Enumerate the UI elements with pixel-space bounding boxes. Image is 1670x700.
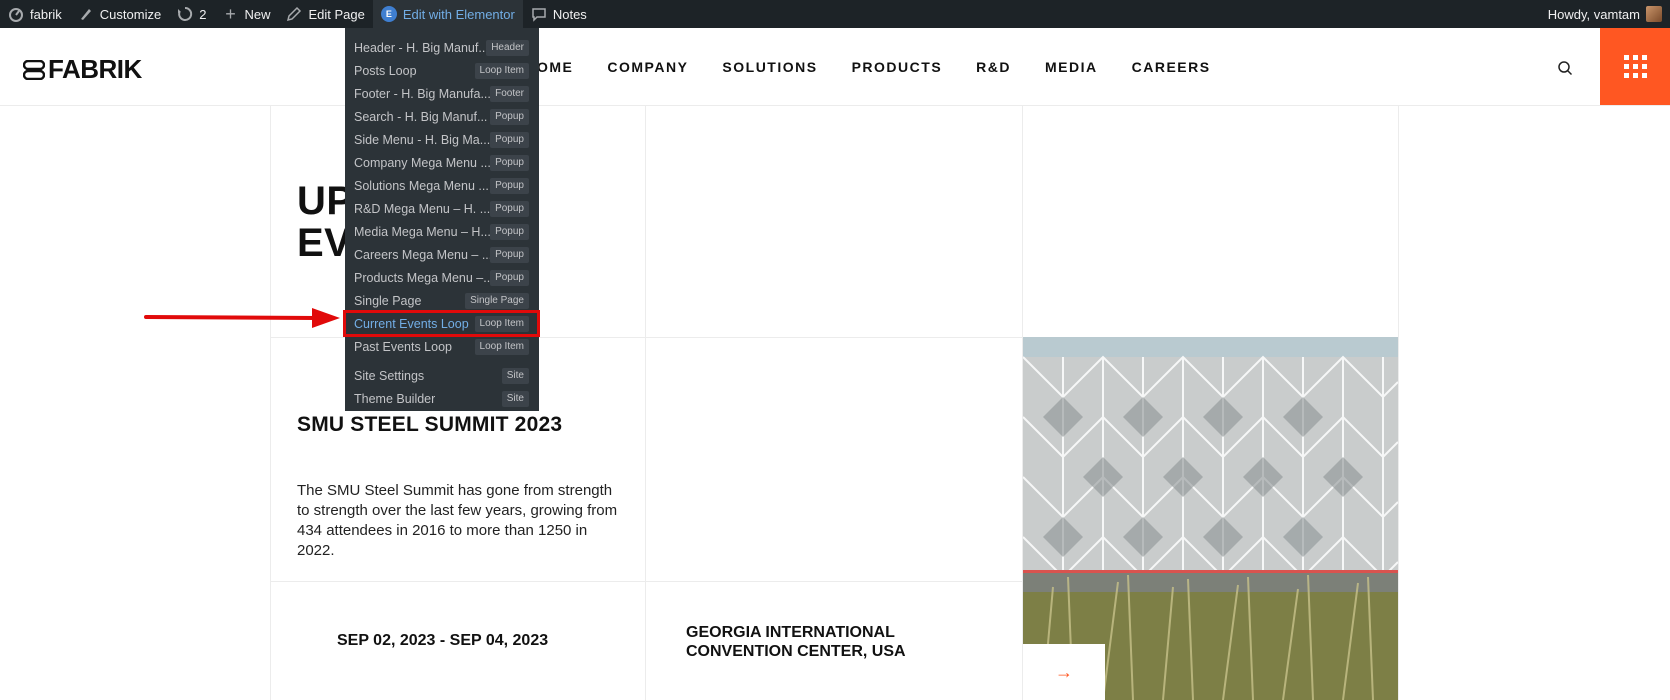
dropdown-item-badge: Site — [501, 390, 529, 407]
dropdown-item-badge: Loop Item — [474, 338, 529, 355]
notes-link[interactable]: Notes — [523, 0, 595, 28]
grid-divider — [270, 106, 271, 700]
logo-mark-icon — [23, 59, 45, 80]
updates-link[interactable]: 2 — [169, 0, 214, 28]
dashboard-icon — [9, 8, 23, 22]
avatar — [1646, 6, 1662, 22]
nav-item-media[interactable]: MEDIA — [1045, 59, 1098, 75]
dropdown-item-label: Header - H. Big Manuf... — [354, 40, 489, 55]
edit-page-link[interactable]: Edit Page — [278, 0, 372, 28]
dropdown-item[interactable]: Side Menu - H. Big Ma... Popup — [345, 128, 539, 151]
nav-item-careers[interactable]: CAREERS — [1132, 59, 1211, 75]
dropdown-item-badge: Header — [486, 39, 529, 56]
dropdown-item[interactable]: Single Page Single Page — [345, 289, 539, 312]
dropdown-item[interactable]: Past Events Loop Loop Item — [345, 335, 539, 358]
event-date: SEP 02, 2023 - SEP 04, 2023 — [337, 632, 549, 649]
dropdown-item[interactable]: Products Mega Menu –... Popup — [345, 266, 539, 289]
dropdown-item[interactable]: Careers Mega Menu – ... Popup — [345, 243, 539, 266]
edit-with-elementor-label: Edit with Elementor — [402, 6, 515, 22]
search-button[interactable] — [1557, 60, 1573, 76]
site-logo[interactable]: FABRIK — [23, 54, 142, 85]
edit-with-elementor-link[interactable]: E Edit with Elementor — [372, 0, 523, 28]
dropdown-item-label: R&D Mega Menu – H. ... — [354, 201, 491, 216]
dropdown-item[interactable]: Posts Loop Loop Item — [345, 59, 539, 82]
account-menu[interactable]: Howdy, vamtam — [1548, 6, 1670, 22]
dropdown-item-theme-builder[interactable]: Theme Builder Site — [345, 387, 539, 410]
dropdown-item-badge: Popup — [490, 154, 529, 171]
event-link-button[interactable]: → — [1023, 644, 1105, 700]
nav-item-solutions[interactable]: SOLUTIONS — [722, 59, 817, 75]
dropdown-item-label: Search - H. Big Manuf... — [354, 109, 488, 124]
dropdown-item-badge: Popup — [490, 177, 529, 194]
dropdown-item-badge: Loop Item — [474, 62, 529, 79]
dropdown-item-label: Site Settings — [354, 368, 425, 383]
dropdown-item-label: Solutions Mega Menu ... — [354, 178, 489, 193]
dropdown-item-label: Past Events Loop — [354, 339, 452, 354]
nav-item-products[interactable]: PRODUCTS — [852, 59, 943, 75]
refresh-icon — [178, 6, 193, 21]
elementor-templates-dropdown: Header - H. Big Manuf... Header Posts Lo… — [345, 28, 539, 411]
event-description: The SMU Steel Summit has gone from stren… — [297, 482, 618, 559]
grid-divider — [270, 581, 1022, 582]
updates-count: 2 — [199, 6, 207, 22]
site-name: fabrik — [30, 6, 62, 22]
site-header: FABRIK OME COMPANY SOLUTIONS PRODUCTS R&… — [0, 28, 1670, 106]
new-label: New — [244, 6, 271, 22]
search-icon — [1558, 61, 1573, 76]
dropdown-item-label: Footer - H. Big Manufa... — [354, 86, 491, 101]
dropdown-item-badge: Popup — [490, 246, 529, 263]
nav-item-company[interactable]: COMPANY — [607, 59, 688, 75]
dropdown-item-badge: Popup — [490, 223, 529, 240]
dropdown-item[interactable]: Search - H. Big Manuf... Popup — [345, 105, 539, 128]
dropdown-item-badge: Footer — [490, 85, 529, 102]
dropdown-item[interactable]: Company Mega Menu ... Popup — [345, 151, 539, 174]
howdy-text: Howdy, vamtam — [1547, 6, 1640, 22]
highlight-box — [343, 310, 540, 337]
side-menu-button[interactable] — [1600, 28, 1670, 105]
grid-divider — [645, 106, 646, 700]
arrow-right-icon: → — [1055, 661, 1073, 682]
event-venue: GEORGIA INTERNATIONAL CONVENTION CENTER,… — [686, 624, 906, 660]
main-nav: OME COMPANY SOLUTIONS PRODUCTS R&D MEDIA… — [537, 59, 1245, 75]
dropdown-item-badge: Site — [501, 367, 529, 384]
dropdown-item-label: Side Menu - H. Big Ma... — [354, 132, 491, 147]
dropdown-item-label: Company Mega Menu ... — [354, 155, 491, 170]
dropdown-item-badge: Single Page — [465, 292, 529, 309]
brush-icon — [80, 9, 91, 20]
dropdown-item-badge: Popup — [490, 269, 529, 286]
grid-divider — [1398, 106, 1399, 700]
dropdown-item-label: Theme Builder — [354, 391, 436, 406]
admin-site-menu[interactable]: fabrik — [0, 0, 70, 28]
dropdown-item-badge: Popup — [490, 131, 529, 148]
logo-text: FABRIK — [48, 54, 142, 84]
dropdown-item[interactable]: Header - H. Big Manuf... Header — [345, 36, 539, 59]
grid-menu-icon — [1623, 55, 1647, 78]
nav-item-rd[interactable]: R&D — [976, 59, 1011, 75]
customize-label: Customize — [99, 6, 162, 22]
wp-admin-bar: fabrik Customize 2 + New Edit Page E Edi… — [0, 0, 1670, 28]
notes-label: Notes — [552, 6, 587, 22]
dropdown-item[interactable]: Solutions Mega Menu ... Popup — [345, 174, 539, 197]
dropdown-item-label: Media Mega Menu – H.... — [354, 224, 495, 239]
dropdown-item-label: Careers Mega Menu – ... — [354, 247, 493, 262]
dropdown-item[interactable]: Footer - H. Big Manufa... Footer — [345, 82, 539, 105]
dropdown-item-label: Posts Loop — [354, 63, 417, 78]
dropdown-item[interactable]: R&D Mega Menu – H. ... Popup — [345, 197, 539, 220]
event-title[interactable]: SMU STEEL SUMMIT 2023 — [297, 413, 562, 437]
plus-icon: + — [225, 4, 236, 24]
pencil-icon — [287, 6, 302, 22]
edit-page-label: Edit Page — [308, 6, 365, 22]
customize-link[interactable]: Customize — [70, 0, 169, 28]
dropdown-item-label: Products Mega Menu –... — [354, 270, 494, 285]
elementor-icon: E — [380, 6, 397, 22]
dropdown-item-badge: Popup — [490, 108, 529, 125]
new-content-link[interactable]: + New — [214, 0, 278, 28]
speech-bubble-icon — [532, 8, 546, 22]
dropdown-item-badge: Popup — [490, 200, 529, 217]
dropdown-item-site-settings[interactable]: Site Settings Site — [345, 364, 539, 387]
dropdown-item[interactable]: Media Mega Menu – H.... Popup — [345, 220, 539, 243]
nav-item-home[interactable]: OME — [537, 59, 573, 75]
dropdown-item-label: Single Page — [354, 293, 422, 308]
annotation-arrow-icon — [144, 308, 340, 328]
